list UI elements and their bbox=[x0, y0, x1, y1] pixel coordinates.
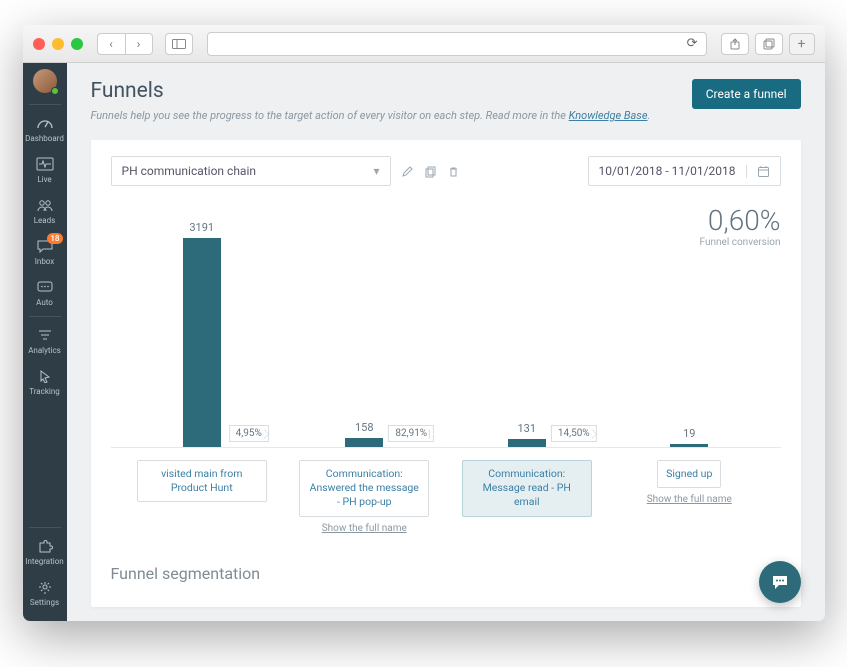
edit-icon[interactable] bbox=[401, 165, 414, 178]
sidebar-item-tracking[interactable]: Tracking bbox=[23, 361, 67, 402]
funnel-toolbar: PH communication chain ▾ 10/01/2018 - 11… bbox=[111, 156, 781, 186]
funnel-step-box[interactable]: Communication: Answered the message - PH… bbox=[299, 460, 429, 517]
sidebar-toggle-button[interactable] bbox=[165, 33, 193, 55]
pulse-icon bbox=[35, 155, 55, 173]
puzzle-icon bbox=[35, 537, 55, 555]
date-range-picker[interactable]: 10/01/2018 - 11/01/2018 bbox=[588, 156, 781, 186]
sidebar-item-dashboard[interactable]: Dashboard bbox=[23, 108, 67, 149]
show-full-name-link[interactable]: Show the full name bbox=[647, 494, 732, 505]
trash-icon[interactable] bbox=[447, 165, 460, 178]
funnel-step: Communication: Answered the message - PH… bbox=[283, 460, 446, 534]
share-button[interactable] bbox=[721, 33, 749, 55]
maximize-window-icon[interactable] bbox=[71, 38, 83, 50]
funnel-step-box[interactable]: Communication: Message read - PH email bbox=[462, 460, 592, 517]
funnel-chart: 3191 4,95% 158 82,91% 131 14,50% 19 bbox=[111, 208, 781, 448]
chevron-down-icon: ▾ bbox=[373, 164, 379, 178]
back-button[interactable]: ‹ bbox=[97, 33, 125, 55]
copy-icon[interactable] bbox=[424, 165, 437, 178]
gauge-icon bbox=[35, 114, 55, 132]
bar-value-label: 131 bbox=[517, 422, 536, 435]
segmentation-title: Funnel segmentation bbox=[111, 564, 781, 583]
calendar-icon bbox=[746, 165, 770, 178]
bar-value-label: 19 bbox=[683, 427, 695, 440]
main-content: Funnels Funnels help you see the progres… bbox=[67, 63, 825, 621]
gear-icon bbox=[35, 578, 55, 596]
reload-icon[interactable]: ⟳ bbox=[687, 36, 698, 51]
funnel-step: Communication: Message read - PH email bbox=[446, 460, 609, 534]
sidebar-item-settings[interactable]: Settings bbox=[23, 572, 67, 613]
sidebar-item-label: Live bbox=[37, 175, 51, 184]
funnel-select[interactable]: PH communication chain ▾ bbox=[111, 156, 391, 186]
funnel-step-box[interactable]: Signed up bbox=[657, 460, 721, 488]
step-rate-badge: 4,95% bbox=[229, 425, 269, 442]
sidebar-item-label: Tracking bbox=[29, 387, 59, 396]
browser-toolbar: ‹ › ⟳ + bbox=[23, 25, 825, 63]
forward-button[interactable]: › bbox=[125, 33, 153, 55]
close-window-icon[interactable] bbox=[33, 38, 45, 50]
browser-window: ‹ › ⟳ + Dashboard bbox=[23, 25, 825, 621]
sidebar-item-label: Settings bbox=[30, 598, 59, 607]
funnel-bar[interactable] bbox=[183, 238, 221, 448]
funnel-select-label: PH communication chain bbox=[122, 164, 257, 178]
presence-indicator bbox=[51, 87, 59, 95]
sidebar-item-integration[interactable]: Integration bbox=[23, 531, 67, 572]
address-bar[interactable]: ⟳ bbox=[207, 32, 707, 56]
cursor-icon bbox=[35, 367, 55, 385]
funnel-step-labels: visited main from Product Hunt Communicat… bbox=[111, 460, 781, 534]
sidebar-item-label: Dashboard bbox=[25, 134, 64, 143]
sidebar-item-label: Auto bbox=[36, 298, 53, 307]
inbox-badge: 18 bbox=[47, 233, 62, 244]
funnel-icon bbox=[35, 326, 55, 344]
funnel-bar-col: 131 14,50% bbox=[446, 422, 609, 448]
funnel-bar-col: 19 bbox=[608, 427, 771, 448]
nav-buttons: ‹ › bbox=[97, 33, 153, 55]
sidebar-item-live[interactable]: Live bbox=[23, 149, 67, 190]
step-rate-badge: 82,91% bbox=[388, 425, 434, 442]
funnel-step-box[interactable]: visited main from Product Hunt bbox=[137, 460, 267, 502]
kb-link[interactable]: Knowledge Base bbox=[569, 109, 648, 122]
funnel-bar-col: 158 82,91% bbox=[283, 421, 446, 448]
sidebar-item-auto[interactable]: Auto bbox=[23, 272, 67, 313]
auto-message-icon bbox=[35, 278, 55, 296]
date-range-label: 10/01/2018 - 11/01/2018 bbox=[599, 164, 736, 178]
funnel-card: PH communication chain ▾ 10/01/2018 - 11… bbox=[91, 140, 801, 607]
app-root: Dashboard Live Leads 18 Inbox Auto bbox=[23, 63, 825, 621]
sidebar-item-label: Leads bbox=[34, 216, 56, 225]
create-funnel-button[interactable]: Create a funnel bbox=[692, 79, 801, 109]
chat-fab[interactable] bbox=[759, 561, 801, 603]
bar-value-label: 3191 bbox=[189, 221, 214, 234]
window-controls bbox=[33, 38, 83, 50]
step-rate-badge: 14,50% bbox=[551, 425, 597, 442]
bar-value-label: 158 bbox=[355, 421, 374, 434]
minimize-window-icon[interactable] bbox=[52, 38, 64, 50]
funnel-step: visited main from Product Hunt bbox=[121, 460, 284, 534]
page-title: Funnels bbox=[91, 79, 651, 103]
sidebar-item-label: Inbox bbox=[35, 257, 55, 266]
tabs-button[interactable] bbox=[755, 33, 783, 55]
funnel-bar-col: 3191 4,95% bbox=[121, 221, 284, 448]
sidebar-item-inbox[interactable]: 18 Inbox bbox=[23, 231, 67, 272]
sidebar-item-label: Integration bbox=[25, 557, 63, 566]
show-full-name-link[interactable]: Show the full name bbox=[322, 523, 407, 534]
new-tab-button[interactable]: + bbox=[789, 33, 815, 55]
page-header: Funnels Funnels help you see the progres… bbox=[67, 63, 825, 132]
sidebar-item-leads[interactable]: Leads bbox=[23, 190, 67, 231]
page-subtitle: Funnels help you see the progress to the… bbox=[91, 109, 651, 122]
sidebar-item-label: Analytics bbox=[28, 346, 61, 355]
sidebar: Dashboard Live Leads 18 Inbox Auto bbox=[23, 63, 67, 621]
users-icon bbox=[35, 196, 55, 214]
user-avatar[interactable] bbox=[33, 69, 57, 93]
funnel-step: Signed up Show the full name bbox=[608, 460, 771, 534]
sidebar-item-analytics[interactable]: Analytics bbox=[23, 320, 67, 361]
